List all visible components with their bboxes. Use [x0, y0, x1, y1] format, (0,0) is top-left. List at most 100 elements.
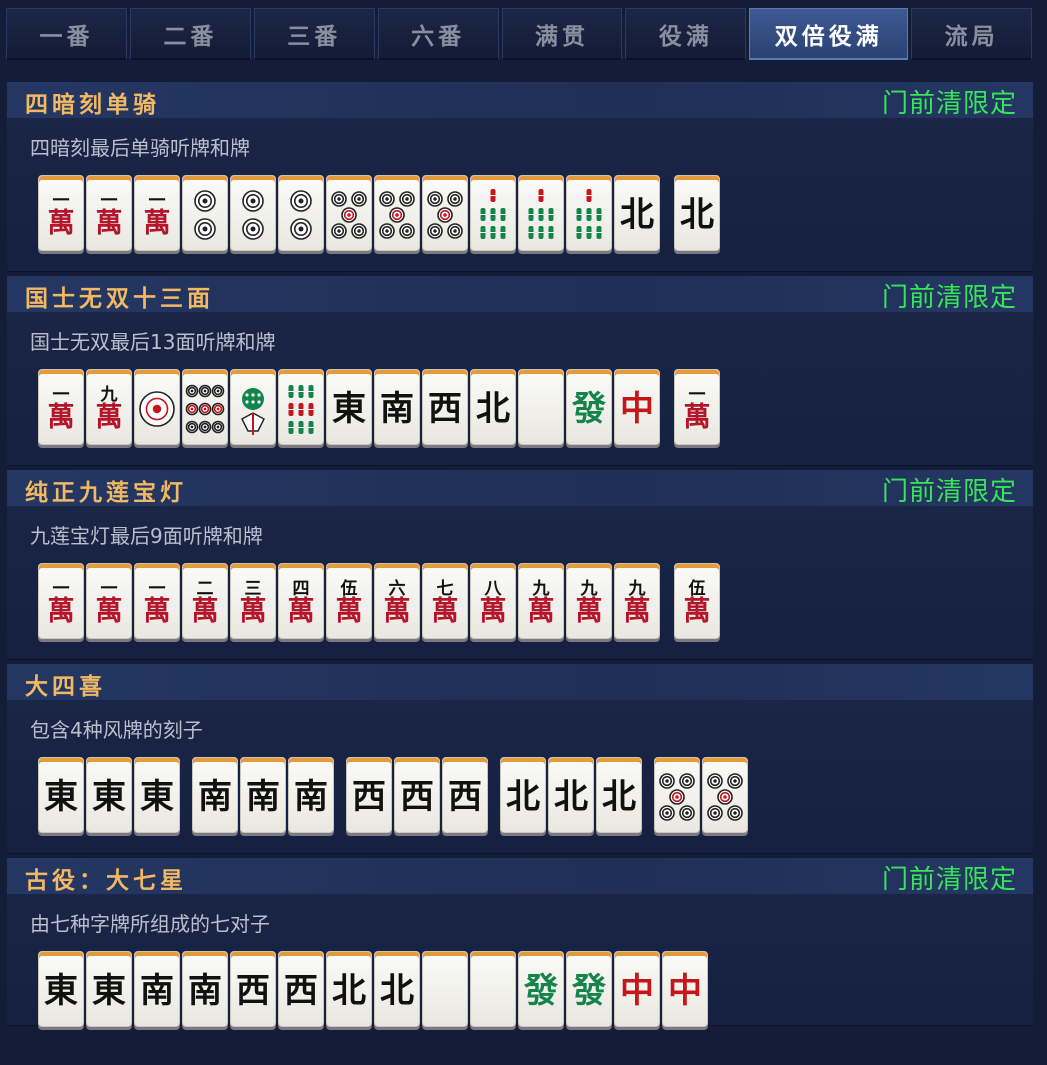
tile-glyph: 南 — [188, 971, 222, 1011]
yaku-title: 国士无双十三面 — [25, 285, 214, 312]
honor-tile: 北 — [500, 757, 546, 833]
tab-1[interactable]: 二番 — [129, 8, 251, 60]
tab-4[interactable]: 满贯 — [501, 8, 623, 60]
honor-tile: 北 — [596, 757, 642, 833]
yaku-section: 古役：大七星 门前清限定 由七种字牌所组成的七对子東東南南西西北北發發中中 — [7, 858, 1033, 1027]
yaku-title: 四暗刻单骑 — [25, 91, 160, 118]
pin-tile-2 — [278, 175, 324, 251]
honor-tile: 西 — [422, 369, 468, 445]
man-tile: 一萬 — [38, 563, 84, 639]
pin-tile-1 — [134, 369, 180, 445]
honor-tile: 南 — [288, 757, 334, 833]
tile-glyph: 北 — [680, 195, 714, 235]
man-tile: 三萬 — [230, 563, 276, 639]
tile-suit: 萬 — [47, 208, 75, 239]
tile-suit: 萬 — [143, 596, 171, 627]
tile-glyph: 南 — [198, 777, 232, 817]
tab-3[interactable]: 六番 — [377, 8, 499, 60]
tile-suit: 萬 — [683, 596, 711, 627]
pin-tile-5 — [422, 175, 468, 251]
man-tile: 一萬 — [134, 175, 180, 251]
tile-glyph: 西 — [428, 389, 462, 429]
honor-tile: 南 — [240, 757, 286, 833]
yaku-title: 古役：大七星 — [25, 867, 187, 894]
honor-tile: 中 — [614, 951, 660, 1027]
tile-glyph: 西 — [400, 777, 434, 817]
honor-tile: 南 — [192, 757, 238, 833]
honor-tile: 發 — [566, 369, 612, 445]
tile-suit: 萬 — [287, 596, 315, 627]
tab-5[interactable]: 役满 — [625, 8, 747, 60]
tile-suit: 萬 — [143, 208, 171, 239]
pin-tile-5 — [326, 175, 372, 251]
honor-tile: 北 — [326, 951, 372, 1027]
closed-only-badge: 门前清限定 — [881, 865, 1017, 895]
honor-tile: 北 — [470, 369, 516, 445]
sou-tile-9 — [278, 369, 324, 445]
tile-suit: 萬 — [527, 596, 555, 627]
tile-row: 東東東南南南西西西北北北 — [38, 757, 750, 833]
tile-suit: 萬 — [47, 596, 75, 627]
tile-glyph: 北 — [506, 777, 540, 817]
tab-7[interactable]: 流局 — [911, 8, 1033, 60]
honor-tile: 東 — [86, 757, 132, 833]
tile-glyph: 發 — [572, 389, 606, 429]
man-tile: 八萬 — [470, 563, 516, 639]
honor-tile: 中 — [614, 369, 660, 445]
pin-tile-5 — [374, 175, 420, 251]
yaku-list: 四暗刻单骑 门前清限定 四暗刻最后单骑听牌和牌一萬一萬一萬北北国士无双十三面 门前清限… — [7, 82, 1033, 1030]
tile-glyph: 西 — [284, 971, 318, 1011]
tab-0[interactable]: 一番 — [6, 8, 127, 60]
honor-tile: 北 — [374, 951, 420, 1027]
honor-tile: 西 — [442, 757, 488, 833]
tile-glyph: 北 — [380, 971, 414, 1011]
tab-2[interactable]: 三番 — [253, 8, 375, 60]
man-tile: 七萬 — [422, 563, 468, 639]
honor-tile: 西 — [346, 757, 392, 833]
honor-tile: 東 — [134, 757, 180, 833]
tile-row: 東東南南西西北北發發中中 — [38, 951, 710, 1027]
tile-suit: 萬 — [575, 596, 603, 627]
man-tile: 九萬 — [518, 563, 564, 639]
yaku-description: 国士无双最后13面听牌和牌 — [30, 330, 276, 354]
yaku-section: 四暗刻单骑 门前清限定 四暗刻最后单骑听牌和牌一萬一萬一萬 北北 — [7, 82, 1033, 272]
man-tile: 二萬 — [182, 563, 228, 639]
yaku-section: 国士无双十三面 门前清限定 国士无双最后13面听牌和牌一萬九萬東南西北發中一萬 — [7, 276, 1033, 466]
yaku-description: 包含4种风牌的刻子 — [30, 718, 203, 742]
honor-tile: 發 — [566, 951, 612, 1027]
white-dragon-tile — [470, 951, 516, 1027]
yaku-title: 大四喜 — [25, 673, 106, 700]
sou-tile-7 — [566, 175, 612, 251]
yaku-section: 纯正九莲宝灯 门前清限定 九莲宝灯最后9面听牌和牌一萬一萬一萬二萬三萬四萬伍萬六萬七… — [7, 470, 1033, 660]
tile-glyph: 西 — [448, 777, 482, 817]
tab-6[interactable]: 双倍役满 — [749, 8, 909, 60]
tile-glyph: 南 — [246, 777, 280, 817]
pin-tile-2 — [182, 175, 228, 251]
man-tile: 一萬 — [38, 175, 84, 251]
tile-suit: 萬 — [95, 596, 123, 627]
section-header: 大四喜 — [7, 664, 1033, 700]
tile-glyph: 南 — [294, 777, 328, 817]
section-header: 国士无双十三面 门前清限定 — [7, 276, 1033, 313]
honor-tile: 南 — [182, 951, 228, 1027]
tile-glyph: 東 — [332, 389, 366, 429]
yaku-description: 九莲宝灯最后9面听牌和牌 — [30, 524, 263, 548]
yaku-description: 由七种字牌所组成的七对子 — [30, 912, 270, 936]
man-tile: 伍萬 — [674, 563, 720, 639]
tile-suit: 萬 — [683, 402, 711, 433]
tile-glyph: 東 — [140, 777, 174, 817]
tile-suit: 萬 — [383, 596, 411, 627]
man-tile: 九萬 — [86, 369, 132, 445]
tile-glyph: 西 — [236, 971, 270, 1011]
tile-suit: 萬 — [623, 596, 651, 627]
tile-glyph: 發 — [524, 971, 558, 1011]
man-tile: 九萬 — [614, 563, 660, 639]
tile-suit: 萬 — [431, 596, 459, 627]
honor-tile: 東 — [38, 951, 84, 1027]
honor-tile: 南 — [374, 369, 420, 445]
tile-suit: 萬 — [191, 596, 219, 627]
tile-glyph: 北 — [554, 777, 588, 817]
man-tile: 一萬 — [38, 369, 84, 445]
pin-tile-5 — [702, 757, 748, 833]
sou-tile-7 — [518, 175, 564, 251]
